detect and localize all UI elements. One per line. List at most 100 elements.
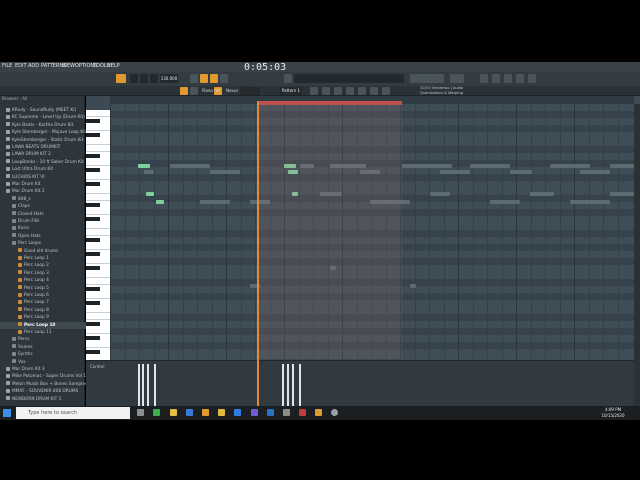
velocity-bar[interactable] bbox=[147, 364, 149, 406]
loop-marker[interactable] bbox=[258, 101, 402, 105]
tool-icon-f[interactable] bbox=[370, 87, 378, 95]
play-button[interactable] bbox=[130, 74, 138, 83]
browser-item[interactable]: KRudy - SoundRudy (MEET KI) bbox=[0, 107, 91, 114]
stop-button[interactable] bbox=[140, 74, 148, 83]
task-view-icon[interactable] bbox=[137, 409, 144, 416]
channel-rack-button[interactable] bbox=[504, 74, 512, 83]
black-key[interactable] bbox=[86, 335, 100, 340]
note[interactable] bbox=[510, 170, 532, 174]
taskbar-clock[interactable]: 4:09 PM 10/15/2020 bbox=[596, 407, 630, 419]
note[interactable] bbox=[610, 164, 634, 168]
snap-select[interactable] bbox=[240, 87, 260, 95]
metronome-button[interactable] bbox=[190, 74, 198, 83]
fl-studio-icon[interactable] bbox=[202, 409, 209, 416]
app-icon-d[interactable] bbox=[299, 409, 306, 416]
browser-item[interactable]: KyleStemberger - Static Drum Kit bbox=[0, 137, 91, 144]
note[interactable] bbox=[490, 200, 520, 204]
tool-icon-c[interactable] bbox=[334, 87, 342, 95]
black-key[interactable] bbox=[86, 167, 100, 172]
browser-item[interactable]: Mar Drum Kit 2 bbox=[0, 188, 91, 195]
tempo-display[interactable]: 130.000 bbox=[160, 74, 178, 83]
mixer-button[interactable] bbox=[516, 74, 524, 83]
browser-item[interactable]: LAWA DRUM KIT 2 bbox=[0, 151, 91, 158]
pattern-song-toggle[interactable] bbox=[116, 74, 126, 83]
note[interactable] bbox=[156, 200, 164, 204]
browser-item[interactable]: Drum Fills bbox=[0, 218, 97, 225]
velocity-bar[interactable] bbox=[154, 364, 156, 406]
playhead[interactable] bbox=[257, 101, 259, 406]
note[interactable] bbox=[440, 170, 470, 174]
app-icon-c[interactable] bbox=[283, 409, 290, 416]
chrome-icon[interactable] bbox=[153, 409, 160, 416]
tool-icon-a[interactable] bbox=[310, 87, 318, 95]
browser-item[interactable]: LAWA BEATS DRUMKIT bbox=[0, 144, 91, 151]
browser-item[interactable]: Snares bbox=[0, 344, 97, 351]
browser-item[interactable]: Claps bbox=[0, 203, 97, 210]
browser-item[interactable]: Vox bbox=[0, 359, 97, 366]
note[interactable] bbox=[170, 164, 210, 168]
draw-tool-icon[interactable] bbox=[180, 87, 188, 95]
record-button[interactable] bbox=[150, 74, 158, 83]
taskbar-search-input[interactable]: Type here to search bbox=[16, 407, 130, 419]
browser-item[interactable]: Kyle Stemberger - Mojave Loop Kit bbox=[0, 129, 91, 136]
black-key[interactable] bbox=[86, 118, 100, 123]
browser-item[interactable]: NEWBORN DRUM KIT 1 bbox=[0, 396, 91, 403]
browser-item[interactable]: Synths bbox=[0, 351, 97, 358]
playlist-button[interactable] bbox=[480, 74, 488, 83]
menu-view[interactable]: VIEW bbox=[62, 63, 75, 69]
browser-item[interactable]: MMXF - SOUVENIR 808 DRUMS bbox=[0, 388, 91, 395]
browser-item[interactable]: Mar Drum Kit 3 bbox=[0, 366, 91, 373]
velocity-bar[interactable] bbox=[287, 364, 289, 406]
browser-item[interactable]: LUCHIOS KIT VI bbox=[0, 174, 91, 181]
velocity-bar[interactable] bbox=[282, 364, 284, 406]
store-icon[interactable] bbox=[234, 409, 241, 416]
app-icon-e[interactable] bbox=[331, 409, 338, 416]
pattern-selector[interactable]: Pattern 1 bbox=[280, 87, 302, 95]
velocity-bar[interactable] bbox=[299, 364, 301, 406]
menu-edit[interactable]: EDIT bbox=[15, 63, 27, 69]
tool-icon-e[interactable] bbox=[358, 87, 366, 95]
note[interactable] bbox=[200, 200, 230, 204]
note[interactable] bbox=[144, 170, 154, 174]
piano-roll-button[interactable] bbox=[492, 74, 500, 83]
note[interactable] bbox=[430, 192, 450, 196]
note[interactable] bbox=[138, 164, 150, 168]
countdown-button[interactable] bbox=[210, 74, 218, 83]
paint-tool-icon[interactable] bbox=[190, 87, 198, 95]
browser-item[interactable]: Mar Drum Kit bbox=[0, 181, 91, 188]
note[interactable] bbox=[550, 164, 590, 168]
browser-item[interactable]: Melon Musik Box + Bones Samples bbox=[0, 381, 91, 388]
note[interactable] bbox=[530, 192, 554, 196]
browser-item[interactable]: Lost Ultra Drum Kit bbox=[0, 166, 91, 173]
browser-item[interactable]: 808_s bbox=[0, 196, 97, 203]
tool-icon-b[interactable] bbox=[322, 87, 330, 95]
menu-help[interactable]: HELP bbox=[107, 63, 120, 69]
black-key[interactable] bbox=[86, 265, 100, 270]
black-key[interactable] bbox=[86, 181, 100, 186]
browser-item[interactable]: Perc Loops bbox=[0, 240, 97, 247]
black-key[interactable] bbox=[86, 202, 100, 207]
menu-file[interactable]: FILE bbox=[2, 63, 12, 69]
black-key[interactable] bbox=[86, 153, 100, 158]
windows-start-icon[interactable] bbox=[3, 409, 11, 417]
folder-icon[interactable] bbox=[218, 409, 225, 416]
black-key[interactable] bbox=[86, 286, 100, 291]
browser-item[interactable]: Mike Potomac - Super Drums Vol 1 bbox=[0, 373, 91, 380]
tool-icon-g[interactable] bbox=[382, 87, 390, 95]
file-explorer-icon[interactable] bbox=[170, 409, 177, 416]
note[interactable] bbox=[146, 192, 154, 196]
note[interactable] bbox=[402, 164, 452, 168]
browser-item[interactable]: LoopBanks - 10 ft Saber Drum Kit bbox=[0, 159, 91, 166]
control-lane[interactable]: Control bbox=[86, 360, 634, 406]
velocity-bar[interactable] bbox=[142, 364, 144, 406]
note[interactable] bbox=[610, 192, 634, 196]
word-icon[interactable] bbox=[186, 409, 193, 416]
note[interactable] bbox=[210, 170, 240, 174]
black-key[interactable] bbox=[86, 251, 100, 256]
browser-item[interactable]: Percs bbox=[0, 336, 97, 343]
vertical-scrollbar[interactable] bbox=[634, 104, 640, 406]
black-key[interactable] bbox=[86, 132, 100, 137]
browser-item[interactable]: Kicks bbox=[0, 225, 97, 232]
browser-item[interactable]: KC Supreme - Level Up (Drum Kit) bbox=[0, 114, 91, 121]
fl-studio-active-icon[interactable] bbox=[315, 409, 322, 416]
